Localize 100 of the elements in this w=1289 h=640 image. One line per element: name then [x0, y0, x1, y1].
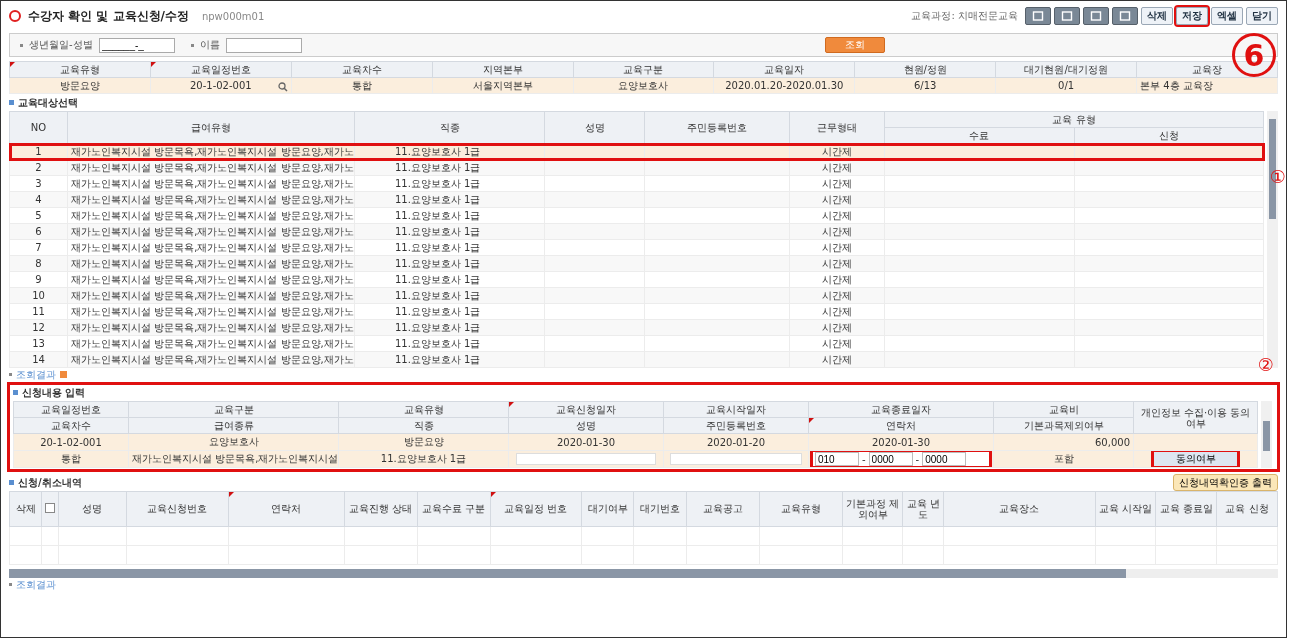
table-row[interactable]: 5 재가노인복지시설 방문목욕,재가노인복지시설 방문요양,재가노 11.요양보호사 1급 시간제: [9, 207, 1264, 224]
table-row[interactable]: 2 재가노인복지시설 방문목욕,재가노인복지시설 방문요양,재가노 11.요양보호사 1급 시간제: [9, 159, 1264, 176]
column-header: 교육 년도: [902, 491, 944, 527]
table-cell: 시간제: [789, 207, 885, 224]
table-cell: 시간제: [789, 175, 885, 192]
phone-field[interactable]: 010: [815, 452, 859, 466]
table-cell: 재가노인복지시설 방문목욕,재가노인복지시설 방문요양,재가노: [67, 239, 355, 256]
table-cell: 11.요양보호사 1급: [354, 271, 545, 288]
document-icon: [1032, 11, 1044, 21]
table-cell: 11.요양보호사 1급: [354, 335, 545, 352]
document-icon: [1090, 11, 1102, 21]
document-icon: [1119, 11, 1131, 21]
toolbar-icon-button[interactable]: [1083, 7, 1109, 25]
toolbar-button[interactable]: 저장: [1176, 7, 1208, 25]
column-header: 교육유형: [759, 491, 843, 527]
table-cell: 재가노인복지시설 방문목욕,재가노인복지시설 방문요양,재가노: [67, 207, 355, 224]
column-header: 개인정보 수집·이용 동의여부: [1133, 401, 1258, 434]
field-label: 생년월일-성별: [29, 38, 93, 52]
column-header: 교육 시작일: [1095, 491, 1156, 527]
table-cell: 시간제: [789, 143, 885, 160]
section-title: 신청내용 입력: [13, 384, 1272, 401]
table-row[interactable]: 8 재가노인복지시설 방문목욕,재가노인복지시설 방문요양,재가노 11.요양보호사 1급 시간제: [9, 255, 1264, 272]
column-header: 현원/정원: [854, 61, 996, 78]
column-header: 성명: [58, 491, 127, 527]
column-header: 교육수료 구분: [417, 491, 491, 527]
column-header: 교육 신청: [1216, 491, 1278, 527]
id-number-field[interactable]: [670, 452, 802, 465]
name-field[interactable]: [515, 452, 657, 465]
column-header: 교육진행 상태: [344, 491, 418, 527]
circle-bullet-icon: [9, 10, 21, 22]
table-row[interactable]: 6 재가노인복지시설 방문목욕,재가노인복지시설 방문요양,재가노 11.요양보호사 1급 시간제: [9, 223, 1264, 240]
table-row[interactable]: 12 재가노인복지시설 방문목욕,재가노인복지시설 방문요양,재가노 11.요양보호사 1급 시간제: [9, 319, 1264, 336]
column-header: 대기여부: [581, 491, 634, 527]
phone-field[interactable]: 0000: [868, 452, 913, 466]
input-field[interactable]: ______-_: [98, 37, 175, 53]
table-cell: 재가노인복지시설 방문목욕,재가노인복지시설 방문요양,재가노: [67, 143, 355, 160]
table-cell: 시간제: [789, 303, 885, 320]
table-cell: 시간제: [789, 239, 885, 256]
table-cell: 13: [9, 335, 68, 352]
column-header: 교육유형: [338, 401, 509, 418]
column-header: 교육장소: [943, 491, 1096, 527]
scrollbar[interactable]: [1261, 401, 1272, 468]
separator-text: -: [915, 453, 920, 465]
toolbar-icon-button[interactable]: [1112, 7, 1138, 25]
table-cell: 11: [9, 303, 68, 320]
table-cell: 5: [9, 207, 68, 224]
table-cell: 9: [9, 271, 68, 288]
checkbox[interactable]: [44, 502, 55, 513]
table-cell: 시간제: [789, 335, 885, 352]
column-header: 대기현원/대기정원: [995, 61, 1137, 78]
table-cell: 11.요양보호사 1급: [354, 239, 545, 256]
toolbar-icon-button[interactable]: [1054, 7, 1080, 25]
toolbar-icon-button[interactable]: [1025, 7, 1051, 25]
column-header: 교육 유형: [884, 111, 1264, 128]
window-title: 수강자 확인 및 교육신청/수정: [28, 7, 189, 25]
toolbar-button[interactable]: 닫기: [1246, 7, 1278, 25]
phone-field[interactable]: 0000: [922, 452, 967, 466]
toolbar-button[interactable]: 삭제: [1141, 7, 1173, 25]
table-cell: 시간제: [789, 271, 885, 288]
table-cell: 재가노인복지시설 방문목욕,재가노인복지시설 방문요양,재가노: [67, 175, 355, 192]
table-row[interactable]: 9 재가노인복지시설 방문목욕,재가노인복지시설 방문요양,재가노 11.요양보호사 1급 시간제: [9, 271, 1264, 288]
table-row[interactable]: 3 재가노인복지시설 방문목욕,재가노인복지시설 방문요양,재가노 11.요양보호사 1급 시간제: [9, 175, 1264, 192]
column-header: 교육차수: [291, 61, 433, 78]
table-row[interactable]: 11 재가노인복지시설 방문목욕,재가노인복지시설 방문요양,재가노 11.요양보호사 1급 시간제: [9, 303, 1264, 320]
table-cell: 재가노인복지시설 방문목욕,재가노인복지시설 방문요양,재가노: [67, 335, 355, 352]
field-label: 이름: [199, 38, 220, 52]
result-label: 조회결과: [16, 577, 56, 592]
column-header: 성명: [544, 111, 645, 144]
course-caption: 교육과정: 치매전문교육: [911, 9, 1018, 23]
table-cell: 재가노인복지시설 방문목욕,재가노인복지시설 방문요양,재가노: [67, 303, 355, 320]
table-cell: 재가노인복지시설 방문목욕,재가노인복지시설 방문요양,재가노: [67, 271, 355, 288]
search-icon[interactable]: [278, 82, 288, 92]
table-cell: 11.요양보호사 1급: [354, 175, 545, 192]
column-header: 교육비: [993, 401, 1134, 418]
column-header: 교육구분: [128, 401, 339, 418]
table-row[interactable]: 13 재가노인복지시설 방문목욕,재가노인복지시설 방문요양,재가노 11.요양보호사 1급 시간제: [9, 335, 1264, 352]
table-row[interactable]: 7 재가노인복지시설 방문목욕,재가노인복지시설 방문요양,재가노 11.요양보호사 1급 시간제: [9, 239, 1264, 256]
column-header: 주민등록번호: [644, 111, 790, 144]
section-title: 교육대상선택: [9, 94, 1278, 111]
column-header: 교육유형: [9, 61, 151, 78]
table-row[interactable]: 1 재가노인복지시설 방문목욕,재가노인복지시설 방문요양,재가노 11.요양보호사 1급 시간제: [9, 143, 1264, 160]
table-row[interactable]: 10 재가노인복지시설 방문목욕,재가노인복지시설 방문요양,재가노 11.요양보호사 1급 시간제: [9, 287, 1264, 304]
consent-button[interactable]: 동의여부: [1153, 451, 1238, 467]
input-field[interactable]: [225, 37, 302, 53]
table-cell: 3: [9, 175, 68, 192]
column-header: 교육 종료일: [1155, 491, 1217, 527]
section-title: 신청/취소내역: [9, 474, 82, 491]
column-header: 기본과정 제외여부: [842, 491, 903, 527]
column-header: 교육공고: [686, 491, 760, 527]
step-marker: ①: [1269, 166, 1286, 187]
column-header: 근무형태: [789, 111, 885, 144]
column-header: 교육구분: [573, 61, 714, 78]
column-header: 교육신청일자: [508, 401, 664, 418]
scrollbar[interactable]: [9, 569, 1278, 578]
table-row[interactable]: 4 재가노인복지시설 방문목욕,재가노인복지시설 방문요양,재가노 11.요양보호사 1급 시간제: [9, 191, 1264, 208]
toolbar-button[interactable]: 엑셀: [1211, 7, 1243, 25]
table-cell: 11.요양보호사 1급: [354, 303, 545, 320]
print-button[interactable]: 신청내역확인증 출력: [1172, 474, 1278, 491]
table-cell: 7: [9, 239, 68, 256]
column-header: 교육일자: [713, 61, 855, 78]
